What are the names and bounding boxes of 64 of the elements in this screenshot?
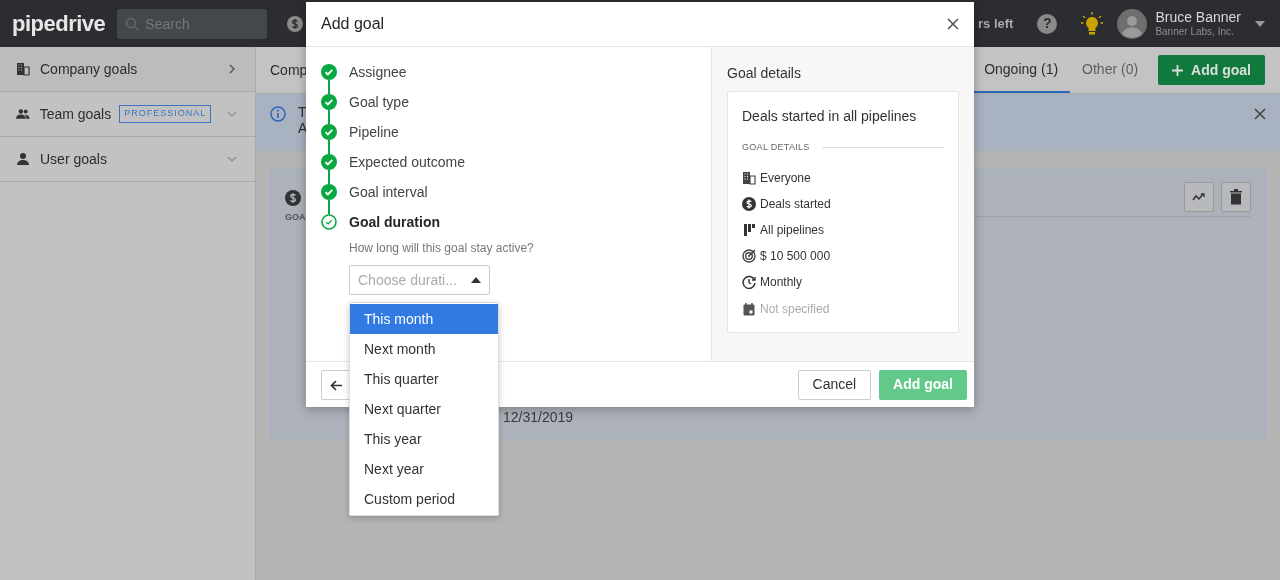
dropdown-option[interactable]: This year — [350, 424, 498, 454]
dollar-icon[interactable] — [287, 15, 304, 32]
dollar-icon — [742, 196, 756, 211]
dropdown-option[interactable]: Next quarter — [350, 394, 498, 424]
help-button[interactable]: ? — [1037, 13, 1058, 34]
detail-text: Everyone — [760, 169, 811, 187]
people-icon — [16, 107, 30, 121]
add-goal-button[interactable]: Add goal — [1158, 55, 1265, 85]
detail-text: $ 10 500 000 — [760, 248, 831, 266]
banner-text: T — [298, 104, 308, 121]
question-text: How long will this goal stay active? — [349, 240, 535, 257]
trend-icon — [1192, 193, 1206, 201]
sidebar-item[interactable]: Team goals PROFESSIONAL — [0, 92, 255, 137]
section-label: GOA — [285, 211, 306, 224]
sidebar-item[interactable]: User goals — [0, 137, 255, 182]
dropdown-option[interactable]: This month — [350, 304, 498, 334]
user-name[interactable]: Bruce Banner — [1155, 10, 1241, 26]
step-label: Assignee — [349, 62, 407, 82]
logo[interactable]: pipedrive — [12, 7, 106, 40]
building-icon — [16, 62, 30, 76]
goal-title: Deals started in all pipelines — [742, 107, 918, 126]
filter-tab[interactable]: Other (0) — [1070, 47, 1151, 93]
chevron-icon[interactable] — [227, 64, 237, 74]
cancel-button[interactable]: Cancel — [797, 369, 872, 400]
dollar-icon — [285, 190, 301, 206]
step-label: Goal duration — [349, 212, 440, 232]
close-icon[interactable] — [1254, 108, 1266, 120]
dropdown-option[interactable]: Custom period — [350, 484, 498, 514]
end-date: 12/31/2019 — [503, 407, 574, 427]
dropdown-option[interactable]: Next year — [350, 454, 498, 484]
person-icon — [16, 152, 30, 166]
detail-text: All pipelines — [760, 221, 825, 239]
dialog-title: Add goal — [321, 14, 385, 34]
trash-icon — [1230, 189, 1242, 205]
company-name: Banner Labs, Inc. — [1155, 25, 1235, 37]
detail-text: Not specified — [760, 300, 830, 318]
page-title: Comp — [270, 60, 308, 80]
panel-heading: Goal details — [727, 64, 802, 83]
plan-badge: PROFESSIONAL — [119, 105, 212, 123]
chart-button[interactable] — [1184, 182, 1214, 212]
trial-text: rs left — [978, 14, 1014, 33]
step-label: Expected outcome — [349, 152, 465, 172]
detail-text: Monthly — [760, 274, 803, 292]
sidebar-item[interactable]: Company goals — [0, 47, 255, 92]
caret-icon[interactable] — [1255, 20, 1265, 27]
info-icon — [270, 106, 286, 122]
detail-text: Deals started — [760, 195, 831, 213]
calendar-icon — [742, 301, 756, 316]
dropdown-option[interactable]: Next month — [350, 334, 498, 364]
close-icon[interactable] — [947, 18, 959, 30]
step-label: Goal interval — [349, 182, 428, 202]
back-arrow-icon — [330, 379, 343, 391]
section-label: GOAL DETAILS — [742, 141, 810, 154]
lightbulb-icon[interactable] — [1081, 11, 1104, 36]
delete-button[interactable] — [1221, 182, 1251, 212]
step-label: Goal type — [349, 92, 409, 112]
avatar[interactable] — [1117, 8, 1148, 39]
step-label: Pipeline — [349, 122, 399, 142]
dropdown-option[interactable]: This quarter — [350, 364, 498, 394]
plus-icon — [1172, 65, 1184, 77]
clock-icon — [742, 275, 756, 290]
target-icon — [742, 249, 756, 264]
pipeline-icon — [742, 222, 756, 237]
building-icon — [742, 170, 756, 185]
